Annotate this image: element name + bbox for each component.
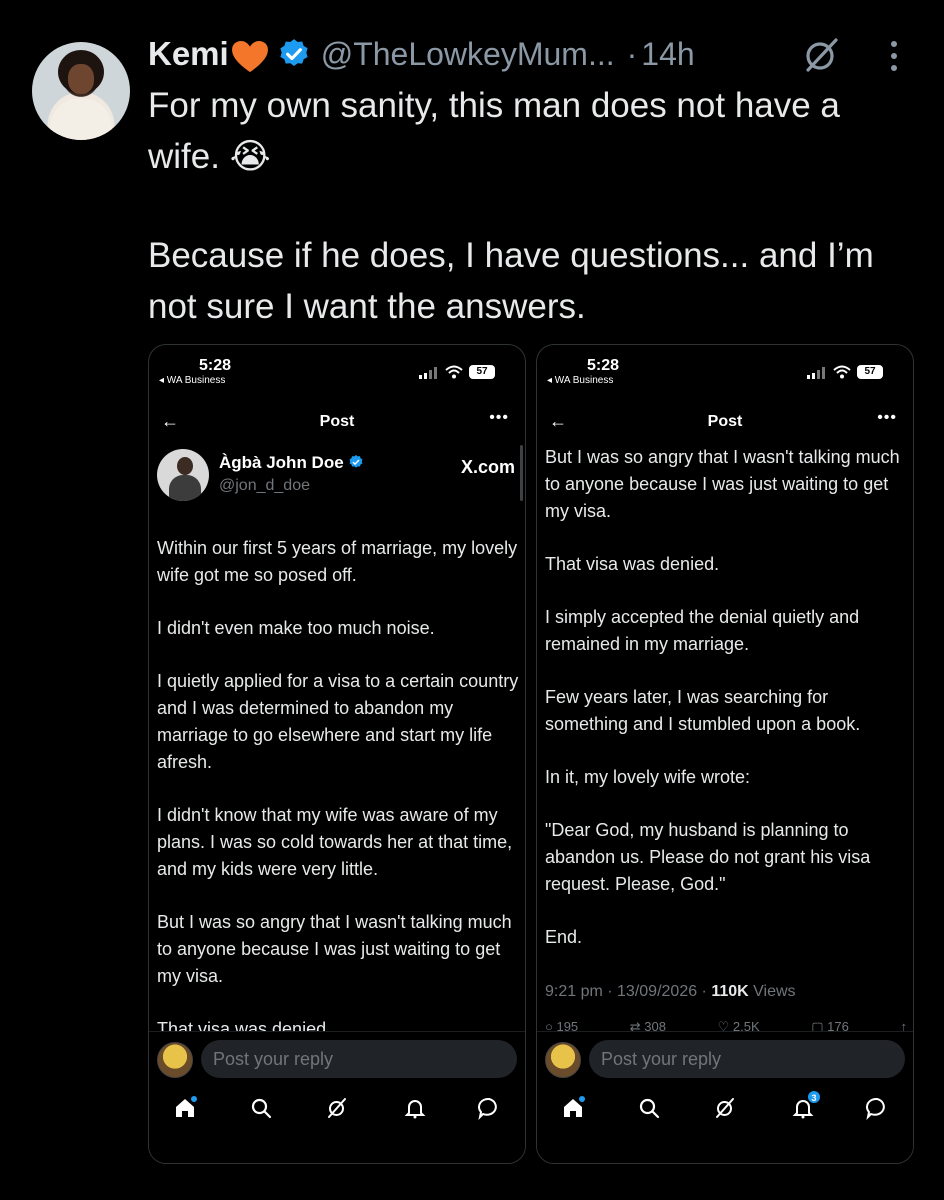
status-bar: 5:28 ◂ WA Business 57 [149,355,525,389]
more-icon[interactable] [884,38,904,74]
reply-avatar [545,1042,581,1078]
post-paragraph: I didn't know that my wife was aware of … [157,805,513,879]
screenshot-left[interactable]: 5:28 ◂ WA Business 57 ← Post ••• Àgbà Jo… [148,344,526,1164]
post-header: ← Post ••• [537,407,913,437]
post-title: Post [707,413,743,430]
scrollbar[interactable] [520,445,523,501]
tweet-line: wife. 😭 [148,137,271,176]
status-time: 5:28 [587,357,620,374]
messages-icon[interactable] [477,1096,501,1120]
wifi-icon [833,365,851,379]
status-time: 5:28 [199,357,232,374]
avatar-body [50,98,112,140]
post-author-avatar[interactable] [157,449,209,501]
status-app: ◂ WA Business [547,375,614,386]
separator: · [626,35,638,72]
post-datetime[interactable]: 9:21 pm · 13/09/2026 · [545,983,711,1000]
views-label: Views [748,983,796,1000]
author-name[interactable]: Kemi [148,35,229,73]
post-paragraph: "Dear God, my husband is planning to aba… [545,820,871,894]
timestamp[interactable]: 14h [641,36,694,73]
grok-icon[interactable] [713,1096,737,1120]
post-paragraph: But I was so angry that I wasn't talking… [157,912,512,986]
post-paragraph: Few years later, I was searching for som… [545,687,861,734]
post-paragraph: In it, my lovely wife wrote: [545,767,751,787]
tab-bar: 3 [537,1090,913,1124]
signal-icon [807,367,825,379]
post-paragraph: End. [545,927,583,947]
reply-bar: Post your reply 3 [537,1031,913,1163]
reply-bar: Post your reply [149,1031,525,1163]
more-icon[interactable]: ••• [877,409,897,427]
post-body: But I was so angry that I wasn't talking… [545,444,907,977]
signal-icon [419,367,437,379]
battery-indicator: 57 [469,365,495,379]
grok-icon[interactable] [325,1096,349,1120]
status-app: ◂ WA Business [159,375,226,386]
post-title: Post [319,413,355,430]
post-header: ← Post ••• [149,407,525,437]
author-avatar[interactable] [32,42,130,140]
tweet-line: not sure I want the answers. [148,287,586,326]
verified-badge-icon [349,455,363,468]
source-label: X.com [460,457,515,477]
notification-badge: 3 [807,1090,821,1104]
battery-indicator: 57 [857,365,883,379]
post-paragraph: I simply accepted the denial quietly and… [545,607,860,654]
bell-icon[interactable] [403,1096,427,1120]
screenshot-right[interactable]: 5:28 ◂ WA Business 57 ← Post ••• But I w… [536,344,914,1164]
orange-heart-icon [231,40,269,74]
tweet-actions-cutoff [148,1190,928,1200]
post-paragraph: I didn't even make too much noise. [157,618,435,638]
tweet-text: For my own sanity, this man does not hav… [148,80,928,332]
post-author: Àgbà John Doe @jon_d_doe X.com [157,449,519,505]
reply-avatar [157,1042,193,1078]
post-paragraph: Within our first 5 years of marriage, my… [157,538,518,585]
grok-icon[interactable] [800,34,842,76]
tab-bar [149,1096,525,1124]
tweet-line: Because if he does, I have questions... … [148,236,874,275]
wifi-icon [445,365,463,379]
home-dot [191,1096,197,1102]
view-count: 110K [711,983,749,1000]
reply-input[interactable]: Post your reply [201,1040,517,1078]
status-bar: 5:28 ◂ WA Business 57 [537,355,913,389]
avatar-face [68,64,94,94]
more-icon[interactable]: ••• [489,409,509,427]
post-author-name[interactable]: Àgbà John Doe [219,453,364,473]
home-dot [579,1096,585,1102]
reply-input[interactable]: Post your reply [589,1040,905,1078]
search-icon[interactable] [637,1096,661,1120]
post-paragraph: But I was so angry that I wasn't talking… [545,447,900,521]
tweet-header: Kemi @TheLowkeyMum... · 14h [148,30,695,78]
messages-icon[interactable] [865,1096,889,1120]
tweet-line: For my own sanity, this man does not hav… [148,86,840,125]
post-paragraph: I quietly applied for a visa to a certai… [157,671,519,772]
post-paragraph: That visa was denied. [545,554,720,574]
author-handle[interactable]: @TheLowkeyMum... [321,36,615,73]
post-meta: 9:21 pm · 13/09/2026 · 110K Views [545,983,796,1001]
search-icon[interactable] [249,1096,273,1120]
verified-badge-icon [277,37,311,71]
post-author-handle[interactable]: @jon_d_doe [219,477,310,495]
